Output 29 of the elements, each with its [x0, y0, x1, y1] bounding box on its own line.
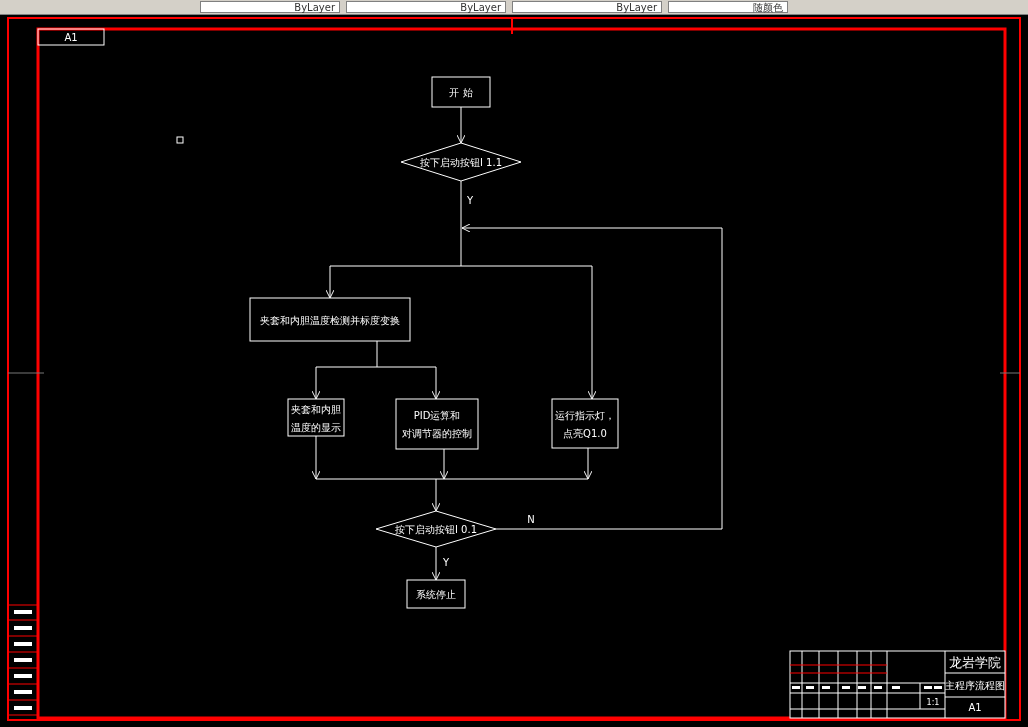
process-box [551, 398, 619, 449]
start-box [431, 76, 491, 108]
flowchart-label: 夹套和内胆 [291, 403, 341, 415]
scale-value: 1:1 [926, 698, 940, 707]
flowchart-label: 按下启动按钮I 1.1 [420, 157, 502, 168]
grip-square-icon[interactable] [176, 136, 184, 144]
flowchart-label: 运行指示灯， [555, 409, 615, 421]
property-dropdown[interactable]: ByLayer [346, 1, 506, 13]
branch-label: N [527, 514, 535, 525]
process-box [287, 398, 345, 437]
flowchart-label: 点亮Q1.0 [563, 427, 607, 439]
flowchart-label: 对调节器的控制 [402, 428, 472, 439]
property-dropdown[interactable]: 随颜色 [668, 1, 788, 13]
flowchart-label: PID运算和 [413, 410, 461, 421]
sheet-size-value: A1 [968, 702, 982, 713]
branch-label: Y [442, 557, 450, 568]
branch-label: Y [466, 195, 474, 206]
flowchart-label: 系统停止 [416, 589, 456, 600]
property-dropdown[interactable]: ByLayer [512, 1, 662, 13]
flowchart-label: 夹套和内胆温度检测并标度变换 [260, 314, 400, 326]
flowchart-label: 按下启动按钮I 0.1 [395, 524, 477, 535]
flowchart-label: 开 始 [449, 87, 473, 98]
sheet-size-box [37, 28, 105, 46]
property-dropdown[interactable]: ByLayer [200, 1, 340, 13]
sheet-size-label: A1 [64, 32, 78, 43]
drawing-title: 主程序流程图 [945, 680, 1005, 691]
flowchart-label: 温度的显示 [291, 421, 341, 433]
school-name: 龙岩学院 [949, 655, 1001, 670]
process-box [406, 579, 466, 609]
